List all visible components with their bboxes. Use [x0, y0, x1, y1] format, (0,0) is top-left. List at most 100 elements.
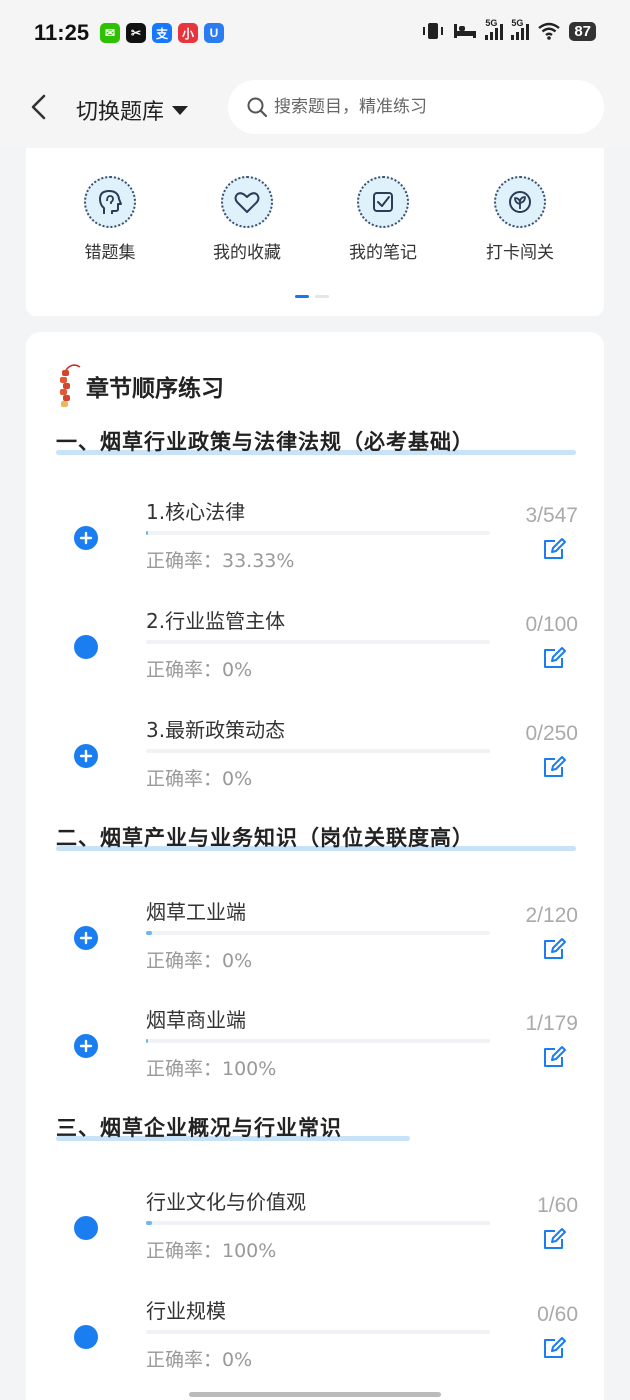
item-name: 行业规模	[146, 1299, 226, 1323]
wrong-questions-button[interactable]: 错题集	[50, 176, 170, 263]
chapter-title-wrap: 二、烟草产业与业务知识（岗位关联度高）	[56, 822, 576, 852]
accuracy-label: 正确率：0%	[146, 659, 253, 681]
practice-item[interactable]: 烟草工业端 正确率：0% 2/120	[56, 896, 586, 996]
accuracy-label: 正确率：100%	[146, 1058, 277, 1080]
accuracy-label: 正确率：100%	[146, 1240, 277, 1262]
notes-button[interactable]: 我的笔记	[323, 176, 443, 263]
chapter-header: 三、烟草企业概况与行业常识	[56, 1112, 410, 1142]
switch-question-bank-button[interactable]: 切换题库	[76, 94, 189, 126]
chapter-title-wrap: 一、烟草行业政策与法律法规（必考基础）	[56, 426, 576, 456]
edit-icon[interactable]	[542, 936, 568, 962]
wechat-icon: ✉	[100, 23, 120, 43]
quick-label: 我的收藏	[213, 243, 281, 263]
home-indicator	[189, 1392, 441, 1397]
page-dot-active	[295, 295, 309, 298]
head-profile-icon	[84, 176, 136, 228]
wifi-icon	[538, 22, 561, 40]
progress-track	[146, 1221, 490, 1225]
plus-icon	[79, 1039, 93, 1053]
favorites-button[interactable]: 我的收藏	[187, 176, 307, 263]
item-name: 烟草商业端	[146, 1008, 246, 1032]
system-icons: 5G 5G 87	[421, 18, 596, 41]
expand-plus-button[interactable]	[74, 1034, 98, 1058]
accuracy-label: 正确率：33.33%	[146, 550, 295, 572]
search-input[interactable]	[274, 97, 594, 117]
progress-count: 1/60	[537, 1194, 578, 1217]
status-dot	[74, 1325, 98, 1349]
practice-item[interactable]: 行业规模正确率：0% 0/60	[56, 1295, 586, 1395]
accuracy-label: 正确率：0%	[146, 768, 253, 790]
progress-count: 3/547	[525, 504, 578, 527]
progress-fill	[146, 1221, 152, 1225]
expand-plus-button[interactable]	[74, 744, 98, 768]
checkin-challenge-button[interactable]: 打卡闯关	[460, 176, 580, 263]
quick-actions-card: 错题集 我的收藏 我的笔记 打卡闯关	[26, 148, 604, 316]
item-name: 3.最新政策动态	[146, 718, 286, 742]
plus-icon	[79, 749, 93, 763]
caret-down-icon	[172, 105, 189, 115]
battery-indicator: 87	[569, 21, 596, 41]
progress-track	[146, 931, 490, 935]
section-header: 章节顺序练习	[56, 364, 224, 408]
progress-track	[146, 640, 490, 644]
status-dot	[74, 1216, 98, 1240]
item-name: 2.行业监管主体	[146, 609, 286, 633]
item-name: 1.核心法律	[146, 500, 246, 524]
signal-label: 5G	[485, 18, 498, 28]
edit-icon[interactable]	[542, 1335, 568, 1361]
progress-track	[146, 1039, 490, 1043]
practice-item[interactable]: 1.核心法律正确率：33.33% 3/547	[56, 496, 586, 596]
shield-app-icon: U	[204, 23, 224, 43]
page-dot	[315, 295, 329, 298]
chapter-title: 三、烟草企业概况与行业常识	[56, 1116, 342, 1140]
edit-icon[interactable]	[542, 754, 568, 780]
expand-plus-button[interactable]	[74, 526, 98, 550]
quick-label: 错题集	[84, 243, 136, 263]
practice-item[interactable]: 烟草商业端正确率：100% 1/179	[56, 1004, 586, 1104]
note-check-icon	[357, 176, 409, 228]
practice-item[interactable]: 2.行业监管主体 正确率：0% 0/100	[56, 605, 586, 705]
alipay-icon: 支	[152, 23, 172, 43]
status-bar: 11:25 ✉ ✂ 支小 U 5G 5G 87	[0, 0, 630, 66]
search-bar[interactable]	[228, 80, 604, 134]
progress-fill	[146, 531, 149, 535]
progress-fill	[146, 931, 152, 935]
section-title: 章节顺序练习	[86, 376, 224, 402]
progress-fill	[146, 1039, 149, 1043]
progress-count: 0/60	[537, 1303, 578, 1326]
signal-label: 5G	[511, 18, 524, 28]
accuracy-label: 正确率：0%	[146, 1349, 253, 1371]
search-icon	[247, 97, 268, 118]
chapter-title: 二、烟草产业与业务知识（岗位关联度高）	[56, 826, 474, 850]
item-name: 行业文化与价值观	[146, 1190, 306, 1214]
edit-icon[interactable]	[542, 1044, 568, 1070]
chapter-title-wrap: 三、烟草企业概况与行业常识	[56, 1112, 410, 1142]
quick-label: 我的笔记	[349, 243, 417, 263]
bed-icon	[454, 24, 477, 38]
progress-track	[146, 1330, 490, 1334]
top-nav: 切换题库	[0, 66, 630, 148]
firecracker-icon	[60, 364, 81, 407]
page-indicator	[295, 295, 329, 298]
signal-icon: 5G	[511, 18, 530, 40]
edit-icon[interactable]	[542, 645, 568, 671]
back-arrow-icon[interactable]	[28, 94, 50, 120]
progress-track	[146, 531, 490, 535]
quick-label: 打卡闯关	[486, 243, 554, 263]
expand-plus-button[interactable]	[74, 926, 98, 950]
capcut-icon: ✂	[126, 23, 146, 43]
edit-icon[interactable]	[542, 1226, 568, 1252]
signal-icon: 5G	[485, 18, 504, 40]
accuracy-label: 正确率：0%	[146, 950, 253, 972]
vibrate-icon	[423, 23, 444, 39]
plus-icon	[79, 531, 93, 545]
edit-icon[interactable]	[542, 536, 568, 562]
mini-program-icon: 小	[178, 23, 198, 43]
practice-item[interactable]: 3.最新政策动态 正确率：0% 0/250	[56, 714, 586, 814]
status-time: 11:25	[34, 20, 90, 45]
progress-count: 1/179	[525, 1012, 578, 1035]
progress-count: 0/250	[525, 722, 578, 745]
chapter-header: 二、烟草产业与业务知识（岗位关联度高）	[56, 822, 576, 852]
practice-item[interactable]: 行业文化与价值观 正确率：100% 1/60	[56, 1186, 586, 1286]
leaf-icon	[494, 176, 546, 228]
